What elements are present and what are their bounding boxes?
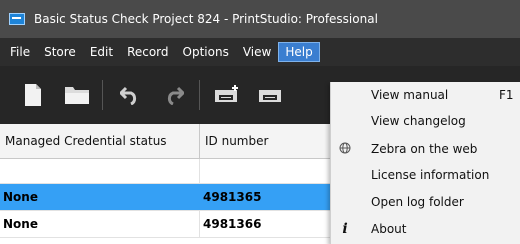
menu-item-about[interactable]: i About [331, 216, 520, 242]
printer-button[interactable] [258, 80, 284, 110]
menu-item-view-changelog[interactable]: View changelog [331, 108, 520, 134]
id-number-cell[interactable]: 4981365 [200, 184, 335, 210]
menu-item-shortcut: F1 [499, 88, 514, 102]
menu-file[interactable]: File [3, 42, 37, 62]
grid-header: Managed Credential status ID number [0, 124, 335, 159]
menu-bar: File Store Edit Record Options View Help [0, 38, 520, 66]
table-row[interactable]: None 4981365 [0, 184, 335, 211]
menu-item-view-manual[interactable]: View manual F1 [331, 82, 520, 108]
menu-item-label: View changelog [371, 114, 466, 128]
printer-add-icon [215, 85, 238, 102]
toolbar-separator [102, 80, 103, 110]
add-printer-button[interactable] [214, 80, 240, 110]
undo-icon [120, 86, 137, 105]
menu-help[interactable]: Help [278, 42, 320, 62]
toolbar-separator [199, 80, 200, 110]
id-number-cell[interactable]: 4981366 [200, 211, 335, 237]
redo-button[interactable] [161, 80, 187, 110]
menu-item-open-log-folder[interactable]: Open log folder [331, 189, 520, 215]
menu-options[interactable]: Options [176, 42, 236, 62]
grid-cell[interactable] [0, 159, 200, 183]
menu-view[interactable]: View [236, 42, 278, 62]
globe-icon [337, 142, 353, 157]
menu-item-label: View manual [371, 88, 449, 102]
menu-item-label: About [371, 222, 407, 236]
grid-cell[interactable] [200, 159, 335, 183]
menu-item-label: License information [371, 168, 490, 182]
menu-item-label: Zebra on the web [371, 142, 478, 156]
redo-icon [167, 86, 184, 105]
menu-record[interactable]: Record [120, 42, 175, 62]
menu-item-zebra-on-the-web[interactable]: Zebra on the web [331, 136, 520, 162]
column-header-id-number[interactable]: ID number [200, 124, 335, 158]
new-file-icon [25, 84, 41, 106]
menu-store[interactable]: Store [37, 42, 83, 62]
table-row[interactable]: None 4981366 [0, 211, 335, 238]
grid-new-row[interactable] [0, 159, 335, 184]
menu-item-label: Open log folder [371, 195, 464, 209]
open-folder-icon [65, 87, 89, 104]
info-icon: i [342, 221, 348, 237]
undo-button[interactable] [117, 80, 143, 110]
menu-item-license-information[interactable]: License information [331, 162, 520, 188]
help-menu-dropdown: View manual F1 View changelog Zebra on t… [330, 82, 520, 244]
record-grid: Managed Credential status ID number None… [0, 124, 335, 244]
window-title: Basic Status Check Project 824 - PrintSt… [34, 12, 378, 26]
printer-icon [259, 90, 281, 102]
menu-edit[interactable]: Edit [83, 42, 120, 62]
column-header-credential-status[interactable]: Managed Credential status [0, 124, 200, 158]
open-button[interactable] [64, 80, 90, 110]
title-bar: Basic Status Check Project 824 - PrintSt… [0, 0, 520, 38]
credential-status-cell[interactable]: None [0, 211, 200, 237]
app-logo-icon [9, 13, 25, 25]
new-file-button[interactable] [20, 80, 46, 110]
credential-status-cell[interactable]: None [0, 184, 200, 210]
